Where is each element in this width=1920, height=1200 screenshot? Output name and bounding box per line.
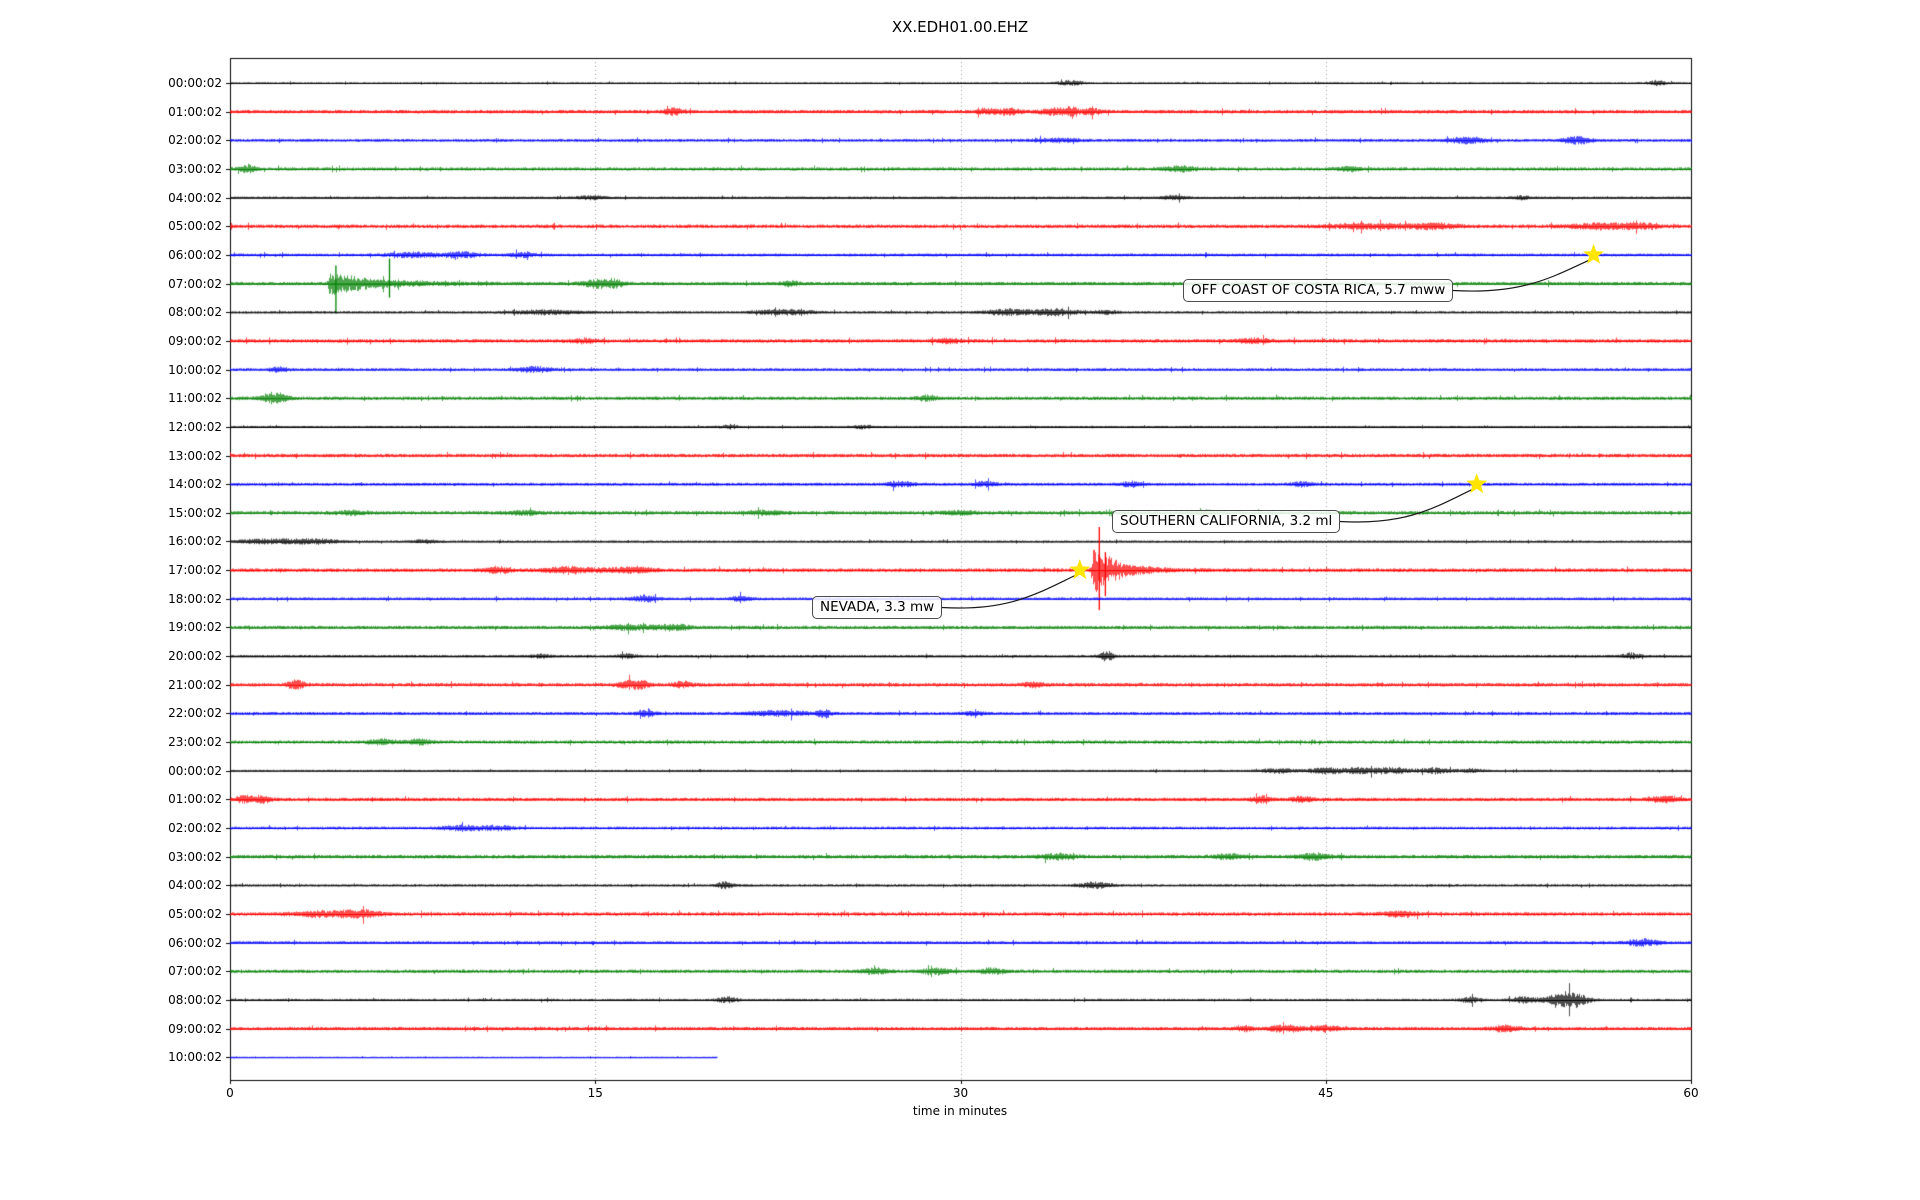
x-axis-title: time in minutes — [912, 1104, 1008, 1118]
trace-time-label: 06:00:02 — [168, 247, 222, 262]
trace-time-label: 08:00:02 — [168, 305, 222, 320]
trace-time-label: 19:00:02 — [168, 620, 222, 635]
seismogram-canvas — [0, 0, 1920, 1200]
event-annotation-label: SOUTHERN CALIFORNIA, 3.2 ml — [1120, 513, 1333, 529]
trace-time-label: 02:00:02 — [168, 133, 222, 148]
x-tick-label: 30 — [952, 1086, 969, 1100]
x-tick-label: 60 — [1683, 1086, 1699, 1100]
trace-time-label: 05:00:02 — [168, 219, 222, 234]
event-annotation-label: NEVADA, 3.3 mw — [820, 599, 935, 615]
event-annotation-box: OFF COAST OF COSTA RICA, 5.7 mww — [1183, 279, 1454, 302]
trace-time-label: 13:00:02 — [168, 448, 222, 463]
trace-time-label: 07:00:02 — [168, 276, 222, 291]
trace-time-label: 01:00:02 — [168, 104, 222, 119]
trace-time-label: 02:00:02 — [168, 821, 222, 835]
trace-time-label: 00:00:02 — [168, 76, 222, 90]
trace-time-label: 10:00:02 — [168, 362, 222, 377]
trace-time-label: 10:00:02 — [168, 1050, 222, 1065]
trace-time-label: 09:00:02 — [168, 1021, 222, 1036]
trace-time-label: 09:00:02 — [168, 333, 222, 348]
event-annotation-box: SOUTHERN CALIFORNIA, 3.2 ml — [1112, 510, 1341, 533]
trace-time-label: 00:00:02 — [168, 763, 222, 778]
x-tick-label: 15 — [587, 1086, 603, 1100]
trace-time-label: 22:00:02 — [168, 706, 222, 721]
trace-time-label: 14:00:02 — [168, 477, 222, 492]
event-annotation-box: NEVADA, 3.3 mw — [812, 596, 943, 619]
trace-time-label: 11:00:02 — [168, 391, 222, 406]
trace-time-label: 12:00:02 — [168, 419, 222, 434]
trace-time-label: 04:00:02 — [168, 878, 222, 893]
event-annotation-label: OFF COAST OF COSTA RICA, 5.7 mww — [1191, 282, 1446, 298]
seismogram-figure: XX.EDH01.00.EHZ 00:00:0201:00:0202:00:02… — [0, 0, 1920, 1200]
trace-time-label: 03:00:02 — [168, 161, 222, 176]
trace-time-label: 21:00:02 — [168, 677, 222, 692]
trace-time-label: 04:00:02 — [168, 190, 222, 205]
trace-time-label: 01:00:02 — [168, 792, 222, 807]
trace-time-label: 17:00:02 — [168, 563, 222, 578]
trace-time-label: 20:00:02 — [168, 649, 222, 664]
trace-time-label: 07:00:02 — [168, 964, 222, 979]
trace-time-label: 06:00:02 — [168, 935, 222, 950]
trace-time-label: 23:00:02 — [168, 735, 222, 750]
trace-time-label: 18:00:02 — [168, 591, 222, 606]
trace-time-label: 05:00:02 — [168, 906, 222, 921]
x-tick-label: 45 — [1318, 1086, 1334, 1100]
trace-time-label: 08:00:02 — [168, 992, 222, 1007]
x-tick-label: 0 — [226, 1086, 234, 1100]
trace-time-label: 16:00:02 — [168, 534, 222, 549]
trace-time-label: 03:00:02 — [168, 849, 222, 864]
trace-time-label: 15:00:02 — [168, 505, 222, 520]
